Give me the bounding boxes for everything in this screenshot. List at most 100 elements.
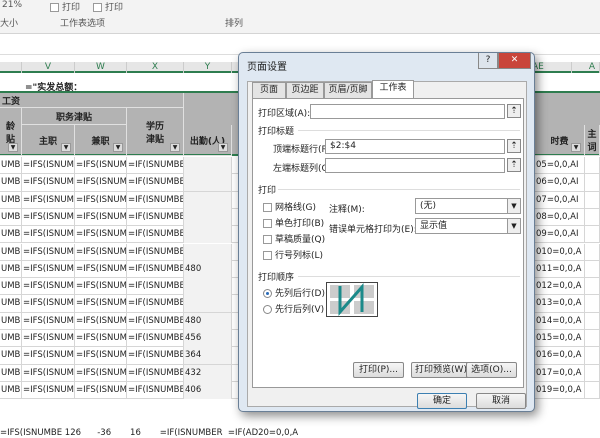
table-cell-ae[interactable]: 05=0,0,AI bbox=[535, 157, 585, 174]
headings-print-checkbox[interactable]: 打印 bbox=[93, 0, 123, 13]
table-cell-v[interactable]: =IFS(ISNUMB bbox=[22, 295, 75, 313]
table-cell-a[interactable]: UMBE bbox=[0, 157, 22, 174]
table-cell-w[interactable]: =IFS(ISNUMB bbox=[75, 312, 127, 330]
table-cell-x[interactable]: =IF(ISNUMBER bbox=[127, 330, 184, 347]
table-cell-a[interactable]: UMBE bbox=[0, 330, 22, 347]
table-cell-x[interactable]: =IF(ISNUMBER bbox=[127, 243, 184, 261]
table-cell-ae[interactable]: 014=0,0,A 6 bbox=[535, 312, 585, 330]
table-cell-ae[interactable]: 012=0,0,A bbox=[535, 278, 585, 296]
table-cell-z[interactable] bbox=[585, 364, 600, 382]
down-then-over-radio[interactable]: 先列后行(D) bbox=[263, 286, 325, 299]
filter-dropdown-icon[interactable]: ▼ bbox=[113, 143, 123, 152]
table-cell-y[interactable] bbox=[184, 157, 232, 174]
table-cell-z[interactable] bbox=[585, 295, 600, 313]
table-cell-x[interactable]: =IF(ISNUMBER bbox=[127, 191, 184, 209]
table-cell-ae[interactable]: 019=0,0,A bbox=[535, 381, 585, 399]
table-cell-x[interactable]: =IF(ISNUMBER bbox=[127, 295, 184, 313]
table-cell-v[interactable]: =IFS(ISNUMB bbox=[22, 330, 75, 347]
table-cell-a[interactable]: UMBE bbox=[0, 312, 22, 330]
table-cell-y[interactable]: 480 bbox=[184, 312, 232, 330]
table-cell-v[interactable]: =IFS(ISNUMB bbox=[22, 191, 75, 209]
table-cell-w[interactable]: =IFS(ISNUMB bbox=[75, 278, 127, 296]
help-button[interactable]: ? bbox=[478, 53, 498, 69]
table-cell-y[interactable]: 364 bbox=[184, 347, 232, 365]
table-cell-x[interactable]: =IF(ISNUMBER bbox=[127, 174, 184, 192]
cancel-button[interactable]: 取消 bbox=[476, 393, 526, 409]
table-cell-w[interactable]: =IFS(ISNUMB bbox=[75, 208, 127, 226]
table-cell-v[interactable]: =IFS(ISNUMB bbox=[22, 226, 75, 244]
table-cell-z[interactable] bbox=[585, 312, 600, 330]
table-cell-w[interactable]: =IFS(ISNUMB bbox=[75, 330, 127, 347]
table-cell-x[interactable]: =IF(ISNUMBER bbox=[127, 157, 184, 174]
table-cell-z[interactable] bbox=[585, 157, 600, 174]
table-cell-w[interactable]: =IFS(ISNUMB bbox=[75, 157, 127, 174]
table-cell-a[interactable]: UMBE bbox=[0, 174, 22, 192]
table-cell-x[interactable]: =IF(ISNUMBER bbox=[127, 260, 184, 278]
table-cell-v[interactable]: =IFS(ISNUMB bbox=[22, 347, 75, 365]
column-header-v[interactable]: V bbox=[22, 62, 75, 73]
table-cell-x[interactable]: =IF(ISNUMBER bbox=[127, 312, 184, 330]
table-cell-z[interactable] bbox=[585, 347, 600, 365]
table-cell-v[interactable]: =IFS(ISNUMB bbox=[22, 174, 75, 192]
table-cell-ae[interactable]: 08=0,0,AI bbox=[535, 208, 585, 226]
table-cell-v[interactable]: =IFS(ISNUMB bbox=[22, 278, 75, 296]
column-header-partial[interactable] bbox=[0, 62, 22, 73]
table-cell-ae[interactable]: 013=0,0,A bbox=[535, 295, 585, 313]
cols-repeat-input[interactable] bbox=[325, 158, 505, 173]
table-cell-ae[interactable]: 015=0,0,A bbox=[535, 330, 585, 347]
table-cell-ae[interactable]: 011=0,0,A bbox=[535, 260, 585, 278]
table-cell-x[interactable]: =IF(ISNUMBER bbox=[127, 278, 184, 296]
table-cell-y[interactable] bbox=[184, 208, 232, 226]
table-cell-y[interactable]: 406 bbox=[184, 381, 232, 399]
table-cell-w[interactable]: =IFS(ISNUMB bbox=[75, 381, 127, 399]
table-cell-w[interactable]: =IFS(ISNUMB bbox=[75, 347, 127, 365]
gridlines-print-checkbox[interactable]: 打印 bbox=[50, 0, 80, 13]
table-cell-z[interactable] bbox=[585, 174, 600, 192]
table-cell-y[interactable] bbox=[184, 278, 232, 296]
black-white-checkbox[interactable]: 单色打印(B) bbox=[263, 216, 324, 229]
table-cell-a[interactable]: UMBE bbox=[0, 347, 22, 365]
total-label-cell[interactable]: ="实发总额： bbox=[25, 80, 82, 93]
over-then-down-radio[interactable]: 先行后列(V) bbox=[263, 302, 324, 315]
table-cell-v[interactable]: =IFS(ISNUMB bbox=[22, 157, 75, 174]
table-cell-x[interactable]: =IF(ISNUMBER bbox=[127, 347, 184, 365]
table-cell-x[interactable]: =IF(ISNUMBER bbox=[127, 226, 184, 244]
tab-sheet[interactable]: 工作表 bbox=[372, 80, 414, 98]
table-cell-y[interactable] bbox=[184, 174, 232, 192]
print-area-input[interactable] bbox=[310, 104, 505, 119]
table-cell-a[interactable]: UMBE bbox=[0, 295, 22, 313]
table-cell-a[interactable]: UMBE bbox=[0, 208, 22, 226]
ok-button[interactable]: 确定 bbox=[417, 393, 467, 409]
table-cell-w[interactable]: =IFS(ISNUMB bbox=[75, 191, 127, 209]
filter-dropdown-icon[interactable]: ▼ bbox=[61, 143, 71, 152]
print-button[interactable]: 打印(P)... bbox=[353, 362, 404, 378]
rows-repeat-input[interactable]: $2:$4 bbox=[325, 139, 505, 154]
table-cell-v[interactable]: =IFS(ISNUMB bbox=[22, 381, 75, 399]
cell-errors-select[interactable]: 显示值 ▼ bbox=[415, 218, 521, 234]
table-cell-v[interactable]: =IFS(ISNUMB bbox=[22, 243, 75, 261]
table-cell-a[interactable]: UMBE bbox=[0, 381, 22, 399]
table-cell-a[interactable]: UMBE bbox=[0, 364, 22, 382]
column-header-y[interactable]: Y bbox=[184, 62, 232, 73]
table-cell-a[interactable]: UMBE bbox=[0, 191, 22, 209]
tab-header-footer[interactable]: 页眉/页脚 bbox=[324, 82, 372, 98]
filter-dropdown-icon[interactable]: ▼ bbox=[170, 143, 180, 152]
comments-select[interactable]: (无) ▼ bbox=[415, 198, 521, 214]
row-col-headings-checkbox[interactable]: 行号列标(L) bbox=[263, 248, 323, 261]
table-cell-a[interactable]: UMBE bbox=[0, 226, 22, 244]
column-header-af[interactable]: A bbox=[585, 62, 600, 73]
table-cell-y[interactable] bbox=[184, 295, 232, 313]
table-cell-v[interactable]: =IFS(ISNUMB bbox=[22, 260, 75, 278]
table-cell-ae[interactable]: 07=0,0,AI bbox=[535, 191, 585, 209]
tab-margins[interactable]: 页边距 bbox=[286, 82, 324, 98]
table-cell-ae[interactable]: 010=0,0,A bbox=[535, 243, 585, 261]
table-cell-x[interactable]: =IF(ISNUMBER bbox=[127, 381, 184, 399]
table-cell-z[interactable] bbox=[585, 381, 600, 399]
collapse-dialog-icon[interactable]: ⇡ bbox=[507, 158, 521, 172]
table-cell-ae[interactable]: 06=0,0,AI bbox=[535, 174, 585, 192]
table-cell-y[interactable]: 432 bbox=[184, 364, 232, 382]
print-preview-button[interactable]: 打印预览(W) bbox=[411, 362, 471, 378]
table-cell-z[interactable] bbox=[585, 208, 600, 226]
table-cell-a[interactable]: UMBE bbox=[0, 260, 22, 278]
table-cell-x[interactable]: =IF(ISNUMBER bbox=[127, 364, 184, 382]
